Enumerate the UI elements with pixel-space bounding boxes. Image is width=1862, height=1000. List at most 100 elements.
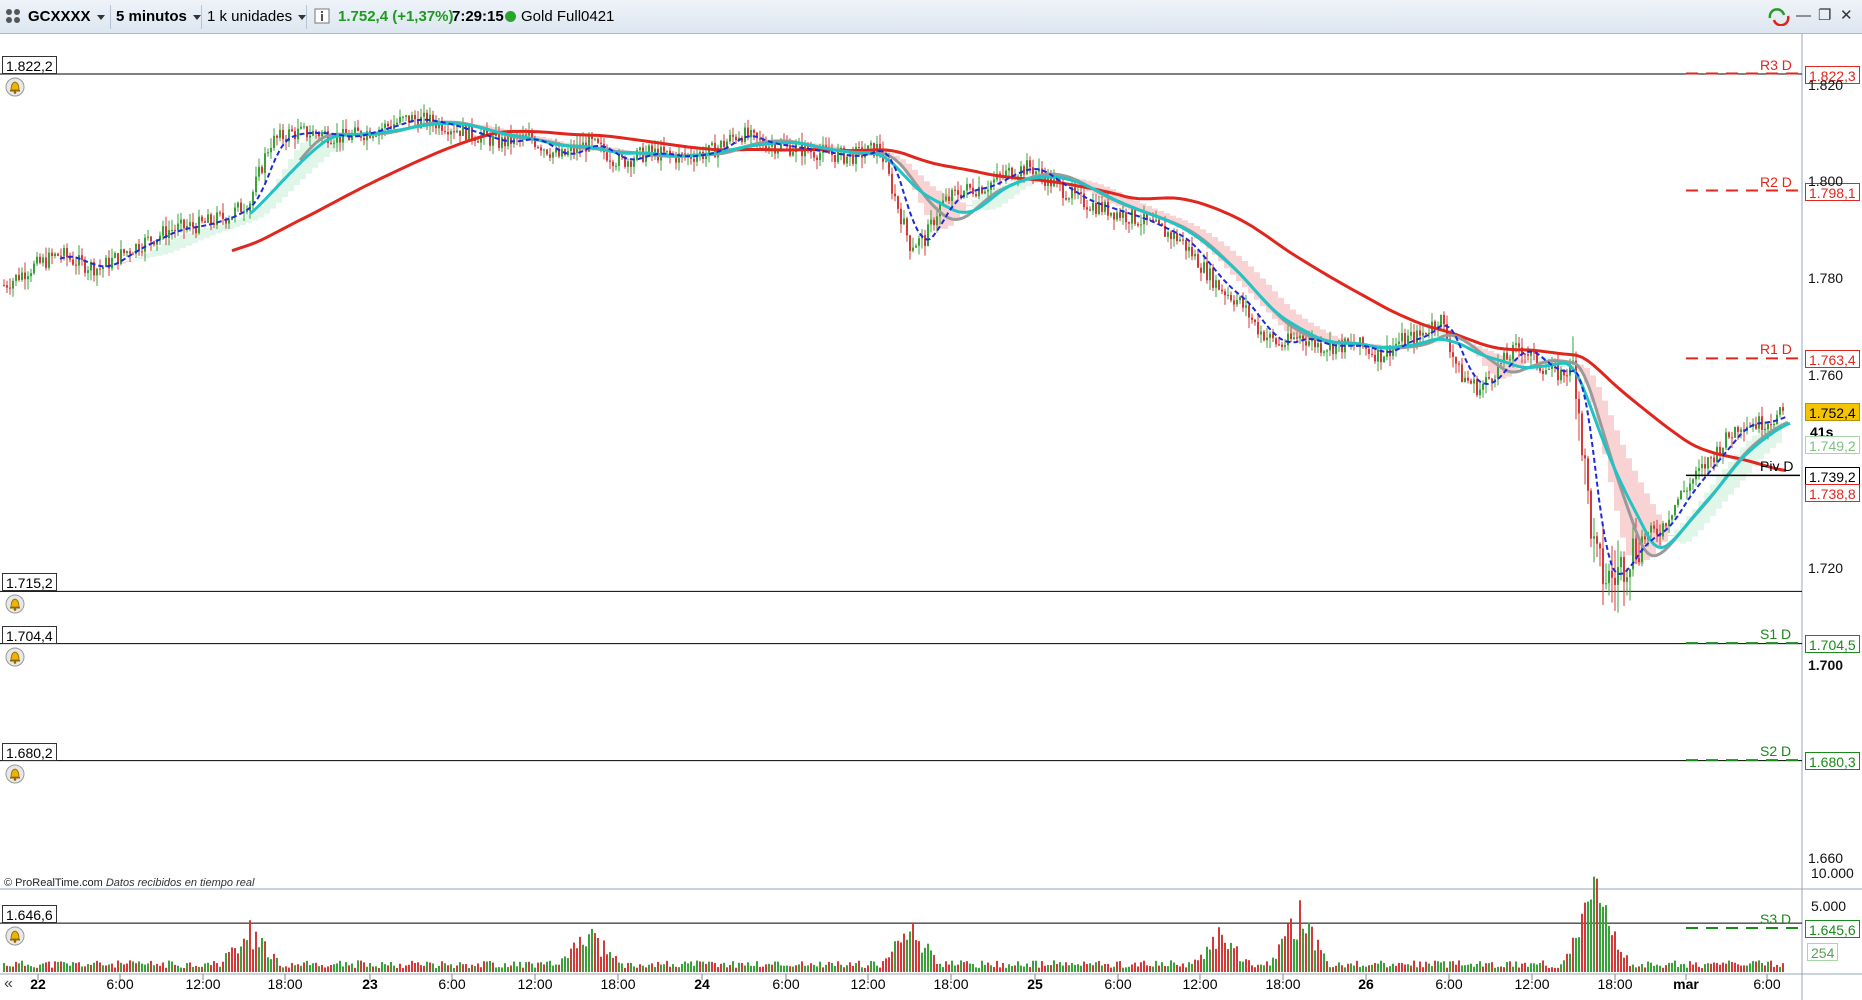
candle-body (447, 131, 449, 135)
candle-body (1605, 583, 1607, 585)
volume-bar (1107, 963, 1109, 972)
volume-bar (267, 957, 269, 972)
candle-body (12, 280, 14, 289)
level-name-r3: R3 D (1760, 56, 1792, 73)
candle-body (537, 147, 539, 149)
volume-bar (948, 964, 950, 972)
volume-bar (1713, 962, 1715, 972)
bell-icon[interactable] (5, 647, 25, 667)
volume-bar (1338, 962, 1340, 972)
volume-bar (804, 965, 806, 972)
sync-icon[interactable] (1767, 8, 1791, 30)
candle-body (666, 150, 668, 152)
scroll-left-icon[interactable]: « (4, 975, 13, 993)
volume-bar (462, 964, 464, 972)
candle-body (1590, 490, 1592, 539)
candle-body (894, 193, 896, 197)
timeframe-selector[interactable]: 5 minutos (116, 6, 201, 28)
candle-body (525, 134, 527, 136)
candle-body (168, 230, 170, 239)
volume-bar (684, 961, 686, 972)
candle-body (597, 138, 599, 143)
candle-body (1221, 289, 1223, 292)
volume-bar (60, 961, 62, 972)
volume-bar (816, 966, 818, 972)
candle-body (972, 187, 974, 194)
minimize-icon[interactable]: — (1796, 8, 1811, 24)
volume-bar (1506, 961, 1508, 972)
volume-bar (1371, 964, 1373, 972)
volume-bar (792, 966, 794, 972)
price-chart[interactable] (0, 34, 1862, 1000)
candle-body (681, 153, 683, 155)
alert-value-1: 1.715,2 (2, 573, 57, 592)
volume-bar (681, 964, 683, 972)
volume-bar (777, 961, 779, 972)
volume-bar (1086, 964, 1088, 972)
candle-body (1200, 267, 1202, 273)
volume-bar (543, 964, 545, 972)
bell-icon[interactable] (5, 764, 25, 784)
volume-bar (540, 962, 542, 972)
volume-bar (126, 963, 128, 972)
candle-body (1644, 536, 1646, 540)
bell-icon[interactable] (5, 926, 25, 946)
volume-bar (609, 952, 611, 972)
volume-bar (1179, 966, 1181, 972)
instrument-selector[interactable]: GCXXXX (28, 6, 105, 28)
volume-bar (249, 920, 251, 972)
volume-bar (978, 967, 980, 972)
volume-bar (132, 961, 134, 972)
volume-bar (1482, 966, 1484, 972)
price-tick: 1.760 (1808, 366, 1844, 383)
volume-bar (1398, 962, 1400, 972)
candle-body (357, 127, 359, 132)
volume-bar (1020, 965, 1022, 972)
candle-body (852, 153, 854, 164)
volume-bar (753, 966, 755, 972)
bell-icon[interactable] (5, 77, 25, 97)
candle-body (1293, 337, 1295, 339)
candle-body (207, 214, 209, 223)
candle-body (39, 256, 41, 263)
candle-body (18, 274, 20, 280)
volume-bar (687, 963, 689, 972)
volume-bar (1194, 959, 1196, 972)
candle-body (1137, 223, 1139, 226)
volume-bar (1068, 965, 1070, 972)
volume-bar (321, 964, 323, 972)
volume-bar (1317, 939, 1319, 972)
candle-body (48, 252, 50, 268)
volume-bar (1551, 967, 1553, 972)
candle-body (405, 115, 407, 117)
candle-body (270, 147, 272, 153)
restore-icon[interactable]: ❐ (1818, 8, 1831, 24)
units-selector[interactable]: 1 k unidades (207, 6, 307, 28)
bell-icon[interactable] (5, 594, 25, 614)
cloud-segment (282, 168, 288, 198)
volume-bar (876, 965, 878, 972)
volume-bar (708, 961, 710, 972)
volume-bar (1770, 960, 1772, 972)
candle-body (1266, 337, 1268, 341)
info-icon[interactable] (314, 8, 330, 30)
candle-body (957, 190, 959, 195)
candle-body (1209, 268, 1211, 281)
candle-body (1416, 330, 1418, 345)
volume-bar (1140, 962, 1142, 972)
volume-bar (396, 967, 398, 972)
volume-bar (666, 960, 668, 972)
grid-icon[interactable] (4, 7, 22, 29)
candle-body (609, 160, 611, 162)
volume-bar (414, 962, 416, 972)
close-icon[interactable]: ✕ (1840, 8, 1853, 24)
volume-bar (678, 967, 680, 972)
candle-body (477, 141, 479, 143)
candle-body (1680, 490, 1682, 500)
candle-body (1119, 212, 1121, 218)
volume-bar (996, 960, 998, 972)
volume-bar (411, 960, 413, 972)
volume-bar (282, 967, 284, 972)
volume-bar (1683, 963, 1685, 972)
volume-bar (489, 961, 491, 972)
